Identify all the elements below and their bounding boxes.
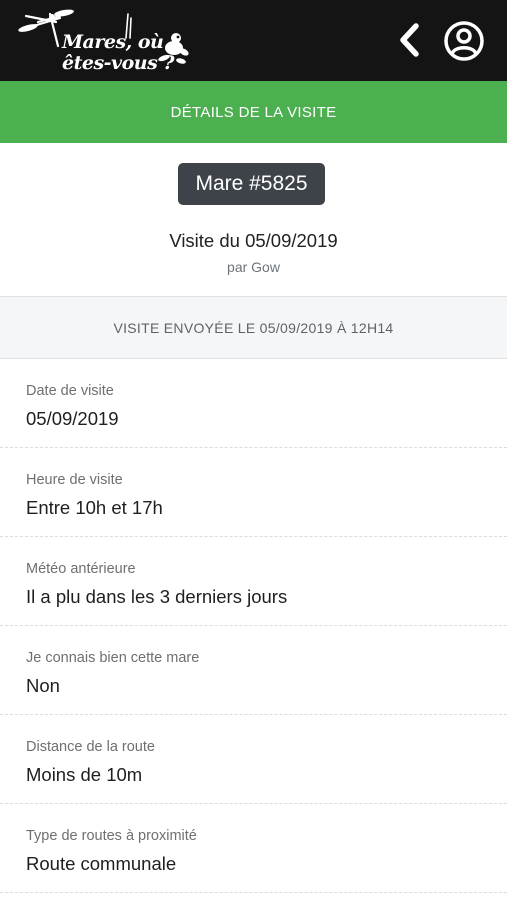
detail-label: Type de routes à proximité bbox=[26, 828, 197, 844]
detail-label: Météo antérieure bbox=[26, 561, 136, 577]
visit-author: par Gow bbox=[227, 259, 280, 275]
app-logo[interactable]: Mares, où êtes-vous ? bbox=[16, 8, 196, 74]
detail-value: Il a plu dans les 3 derniers jours bbox=[26, 586, 288, 607]
back-button[interactable] bbox=[392, 20, 430, 60]
detail-label: Date de visite bbox=[26, 383, 114, 399]
app-logo-line-2: êtes-vous ? bbox=[62, 52, 175, 74]
detail-previous-weather: Météo antérieure Il a plu dans les 3 der… bbox=[0, 537, 507, 626]
detail-visit-date: Date de visite 05/09/2019 bbox=[0, 359, 507, 448]
detail-value: Non bbox=[26, 675, 60, 696]
visit-sent-text: VISITE ENVOYÉE LE 05/09/2019 À 12H14 bbox=[113, 319, 394, 336]
section-title: DÉTAILS DE LA VISITE bbox=[170, 103, 337, 121]
detail-value: Route communale bbox=[26, 853, 177, 874]
app-header: Mares, où êtes-vous ? bbox=[0, 0, 507, 81]
visit-sent-status: VISITE ENVOYÉE LE 05/09/2019 À 12H14 bbox=[0, 296, 507, 359]
chevron-left-icon bbox=[400, 23, 419, 57]
app-logo-line-1: Mares, où bbox=[62, 31, 164, 53]
detail-label: Heure de visite bbox=[26, 472, 123, 488]
detail-visit-time: Heure de visite Entre 10h et 17h bbox=[0, 448, 507, 537]
visit-details-list: Date de visite 05/09/2019 Heure de visit… bbox=[0, 359, 507, 893]
detail-value: Entre 10h et 17h bbox=[26, 497, 163, 518]
visit-header: Mare #5825 Visite du 05/09/2019 par Gow bbox=[0, 143, 507, 296]
visit-title: Visite du 05/09/2019 bbox=[169, 230, 338, 251]
section-title-bar: DÉTAILS DE LA VISITE bbox=[0, 81, 507, 143]
detail-road-type: Type de routes à proximité Route communa… bbox=[0, 804, 507, 893]
detail-value: Moins de 10m bbox=[26, 764, 143, 785]
detail-label: Distance de la route bbox=[26, 739, 155, 755]
detail-label: Je connais bien cette mare bbox=[26, 650, 200, 666]
detail-knows-pond: Je connais bien cette mare Non bbox=[0, 626, 507, 715]
detail-value: 05/09/2019 bbox=[26, 408, 119, 429]
account-button[interactable] bbox=[442, 19, 486, 63]
user-circle-icon bbox=[444, 21, 484, 61]
detail-road-distance: Distance de la route Moins de 10m bbox=[0, 715, 507, 804]
mare-badge: Mare #5825 bbox=[178, 163, 325, 205]
